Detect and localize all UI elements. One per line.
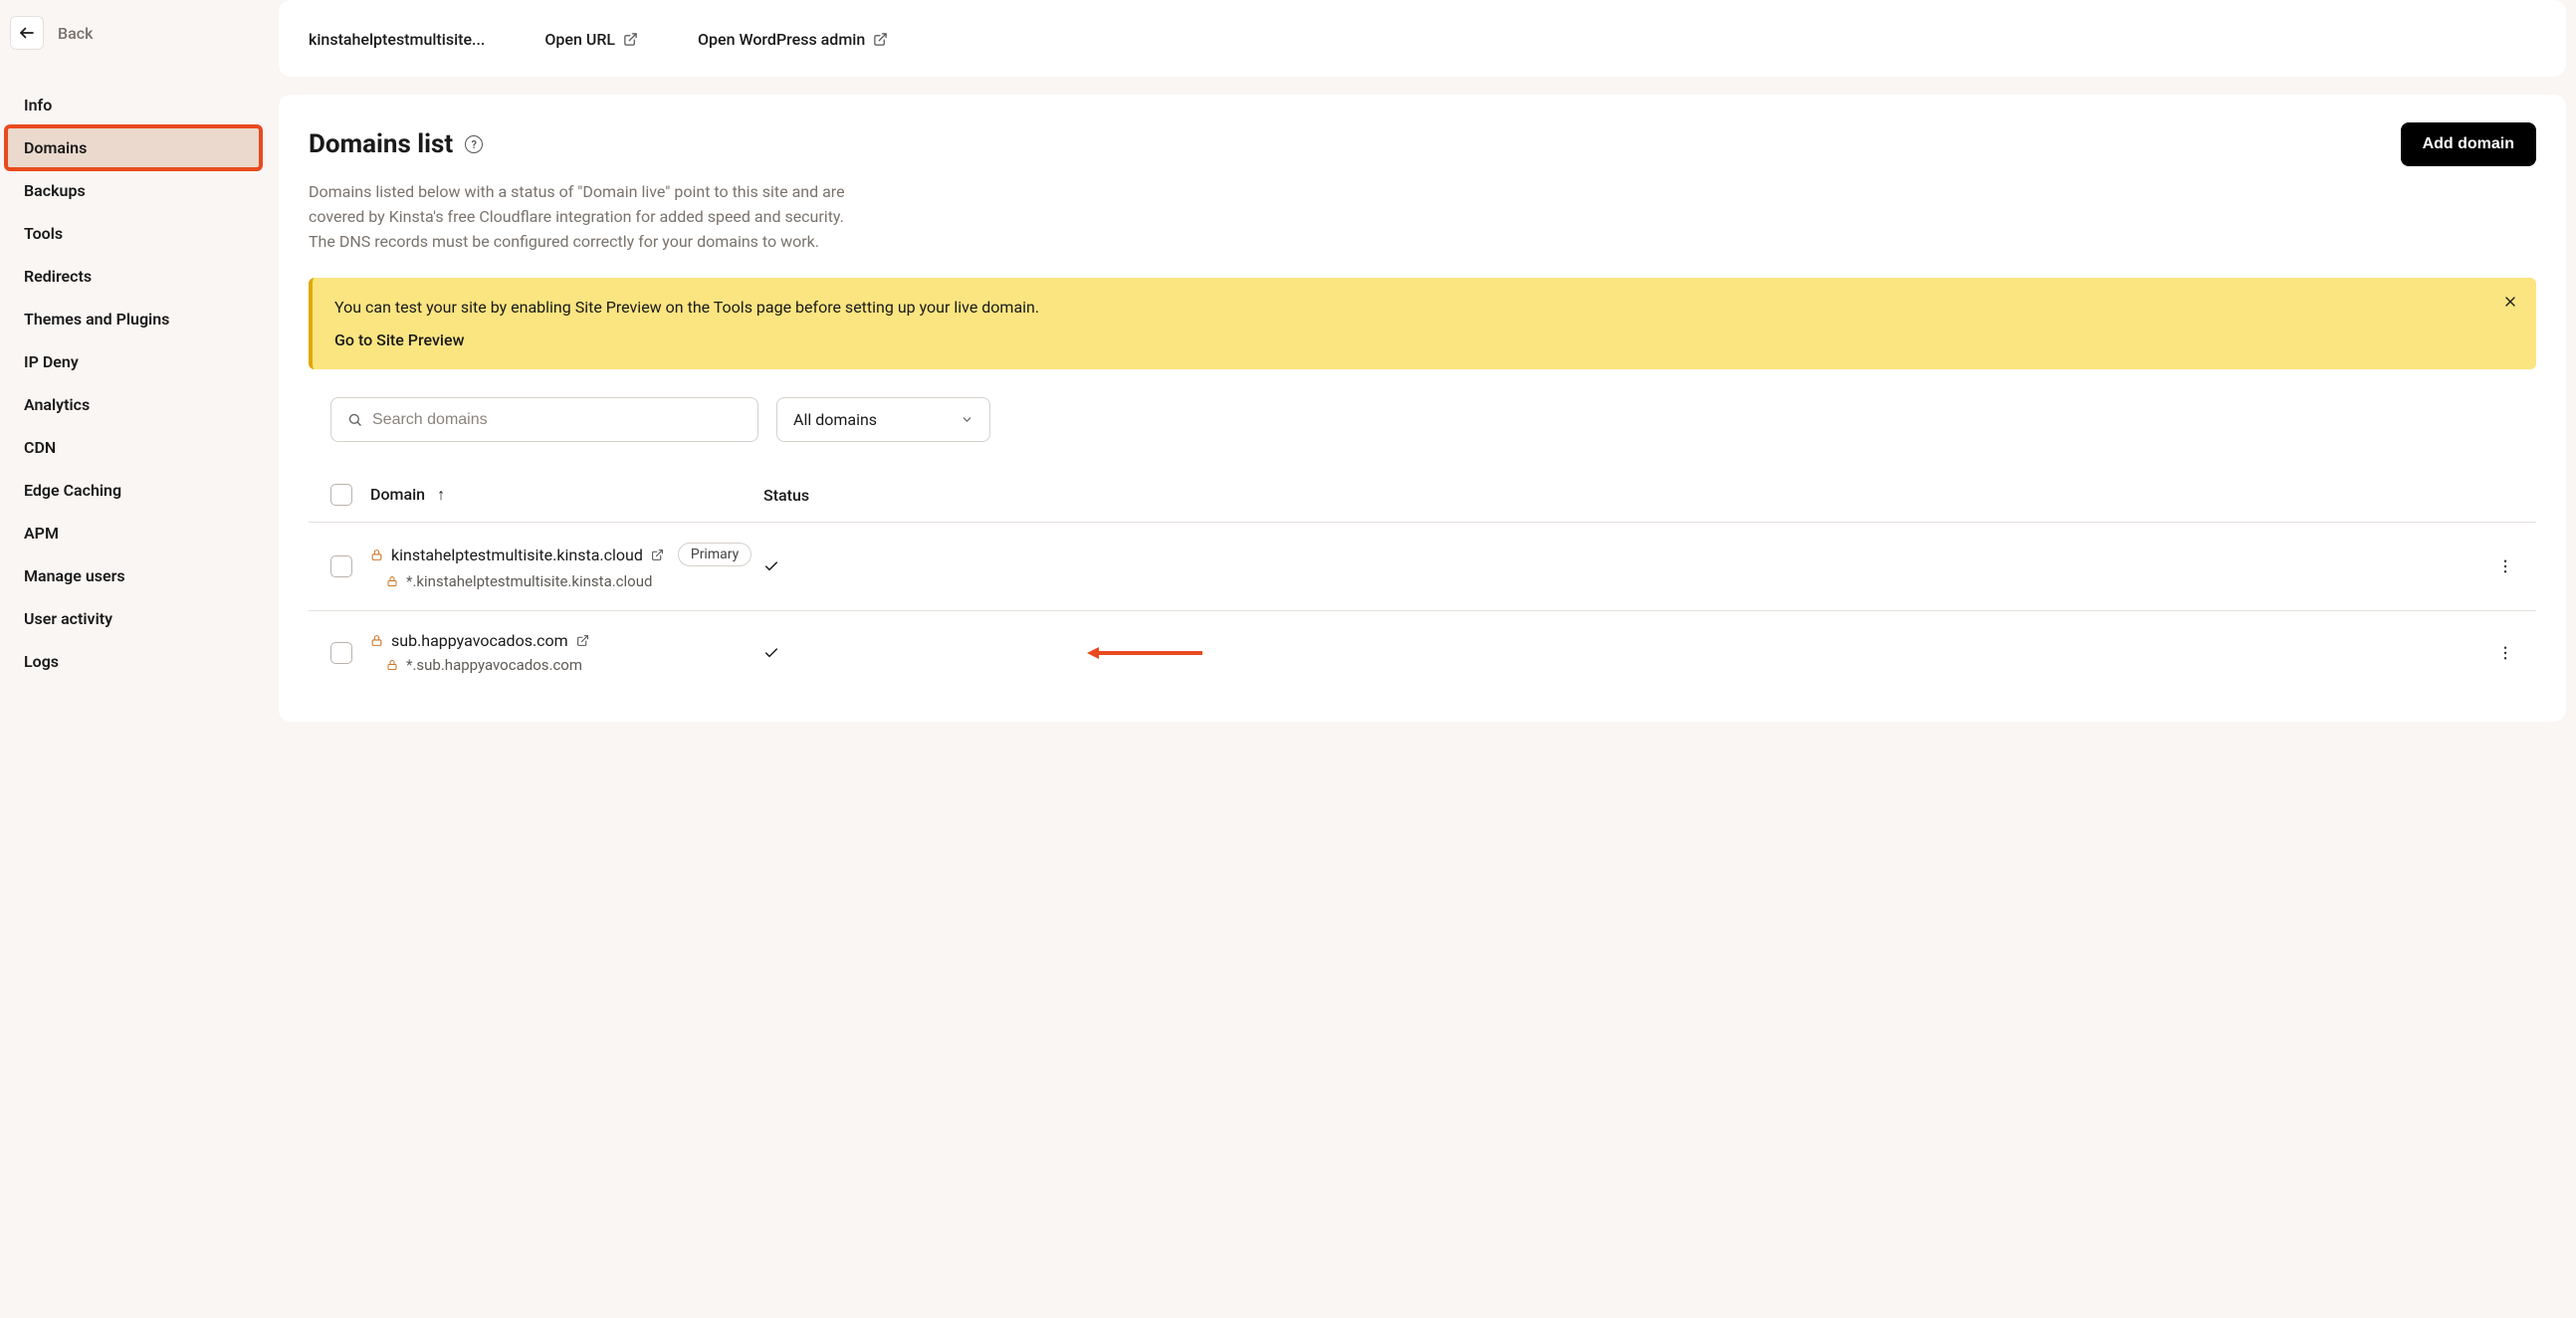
- add-domain-button[interactable]: Add domain: [2401, 122, 2536, 166]
- sidebar-item-domains[interactable]: Domains: [6, 126, 261, 169]
- chevron-down-icon: [961, 413, 973, 426]
- primary-badge: Primary: [678, 543, 751, 566]
- sort-asc-icon: ↑: [437, 485, 445, 504]
- close-icon: [2502, 294, 2518, 310]
- sidebar-item-edge-caching[interactable]: Edge Caching: [0, 469, 269, 512]
- arrow-left-icon: [18, 24, 36, 42]
- page-title-text: Domains list: [309, 129, 453, 159]
- annotation-arrow-icon: [1085, 644, 1204, 662]
- table-header-row: Domain ↑ Status: [309, 474, 2536, 523]
- select-all-checkbox[interactable]: [330, 484, 352, 506]
- row-actions-button[interactable]: [2496, 557, 2514, 575]
- domains-table: Domain ↑ Status k: [279, 474, 2566, 694]
- open-url-link[interactable]: Open URL: [544, 30, 638, 49]
- table-row: sub.happyavocados.com *.sub.happyavocado…: [309, 611, 2536, 694]
- search-icon: [347, 412, 362, 427]
- open-wp-label: Open WordPress admin: [698, 30, 865, 49]
- domains-filter-select[interactable]: All domains: [776, 397, 990, 442]
- sidebar-item-themes-plugins[interactable]: Themes and Plugins: [0, 298, 269, 340]
- domains-card: Domains list ? Add domain Domains listed…: [279, 95, 2566, 722]
- help-icon[interactable]: ?: [465, 135, 483, 153]
- lock-icon: [370, 634, 383, 647]
- sidebar-item-apm[interactable]: APM: [0, 512, 269, 554]
- open-wp-admin-link[interactable]: Open WordPress admin: [698, 30, 888, 49]
- sidebar-item-redirects[interactable]: Redirects: [0, 255, 269, 298]
- external-link-icon: [873, 32, 888, 47]
- column-status[interactable]: Status: [763, 486, 809, 505]
- sidebar-item-cdn[interactable]: CDN: [0, 426, 269, 469]
- table-row: kinstahelptestmultisite.kinsta.cloud Pri…: [309, 523, 2536, 611]
- row-checkbox[interactable]: [330, 555, 352, 577]
- lock-icon: [370, 549, 383, 561]
- sidebar-item-backups[interactable]: Backups: [0, 169, 269, 212]
- sidebar-item-ip-deny[interactable]: IP Deny: [0, 340, 269, 383]
- banner-text: You can test your site by enabling Site …: [334, 298, 2486, 317]
- lock-icon: [386, 659, 398, 671]
- sidebar-item-analytics[interactable]: Analytics: [0, 383, 269, 426]
- sidebar-item-logs[interactable]: Logs: [0, 640, 269, 683]
- status-live-icon: [763, 558, 2474, 574]
- external-link-icon[interactable]: [576, 634, 589, 647]
- more-vertical-icon: [2496, 557, 2514, 575]
- row-checkbox[interactable]: [330, 642, 352, 664]
- status-live-icon: [763, 645, 2474, 661]
- banner-link[interactable]: Go to Site Preview: [334, 330, 464, 349]
- more-vertical-icon: [2496, 644, 2514, 662]
- domain-name[interactable]: kinstahelptestmultisite.kinsta.cloud: [391, 546, 643, 564]
- sidebar-item-manage-users[interactable]: Manage users: [0, 554, 269, 597]
- search-domains-input[interactable]: [330, 397, 758, 442]
- sidebar-item-user-activity[interactable]: User activity: [0, 597, 269, 640]
- sidebar-nav: Info Domains Backups Tools Redirects The…: [0, 84, 269, 683]
- site-name: kinstahelptestmultisite...: [309, 30, 485, 49]
- sidebar-item-info[interactable]: Info: [0, 84, 269, 126]
- column-domain[interactable]: Domain ↑: [370, 485, 445, 504]
- wildcard-domain: *.sub.happyavocados.com: [406, 656, 582, 674]
- main: kinstahelptestmultisite... Open URL Open…: [269, 0, 2576, 1318]
- external-link-icon: [623, 32, 638, 47]
- search-domains-field[interactable]: [372, 411, 742, 429]
- site-preview-banner: You can test your site by enabling Site …: [309, 278, 2536, 369]
- back-row: Back: [0, 10, 269, 56]
- lock-icon: [386, 575, 398, 587]
- back-label: Back: [58, 24, 93, 43]
- back-button[interactable]: [10, 16, 44, 50]
- sidebar-item-tools[interactable]: Tools: [0, 212, 269, 255]
- close-banner-button[interactable]: [2502, 294, 2518, 310]
- domains-description: Domains listed below with a status of "D…: [309, 180, 866, 254]
- row-actions-button[interactable]: [2496, 644, 2514, 662]
- page-title: Domains list ?: [309, 129, 483, 159]
- filter-selected-label: All domains: [793, 410, 877, 429]
- domain-name[interactable]: sub.happyavocados.com: [391, 631, 568, 650]
- open-url-label: Open URL: [544, 30, 615, 49]
- site-header-card: kinstahelptestmultisite... Open URL Open…: [279, 0, 2566, 77]
- external-link-icon[interactable]: [651, 549, 664, 561]
- wildcard-domain: *.kinstahelptestmultisite.kinsta.cloud: [406, 572, 652, 590]
- sidebar: Back Info Domains Backups Tools Redirect…: [0, 0, 269, 1318]
